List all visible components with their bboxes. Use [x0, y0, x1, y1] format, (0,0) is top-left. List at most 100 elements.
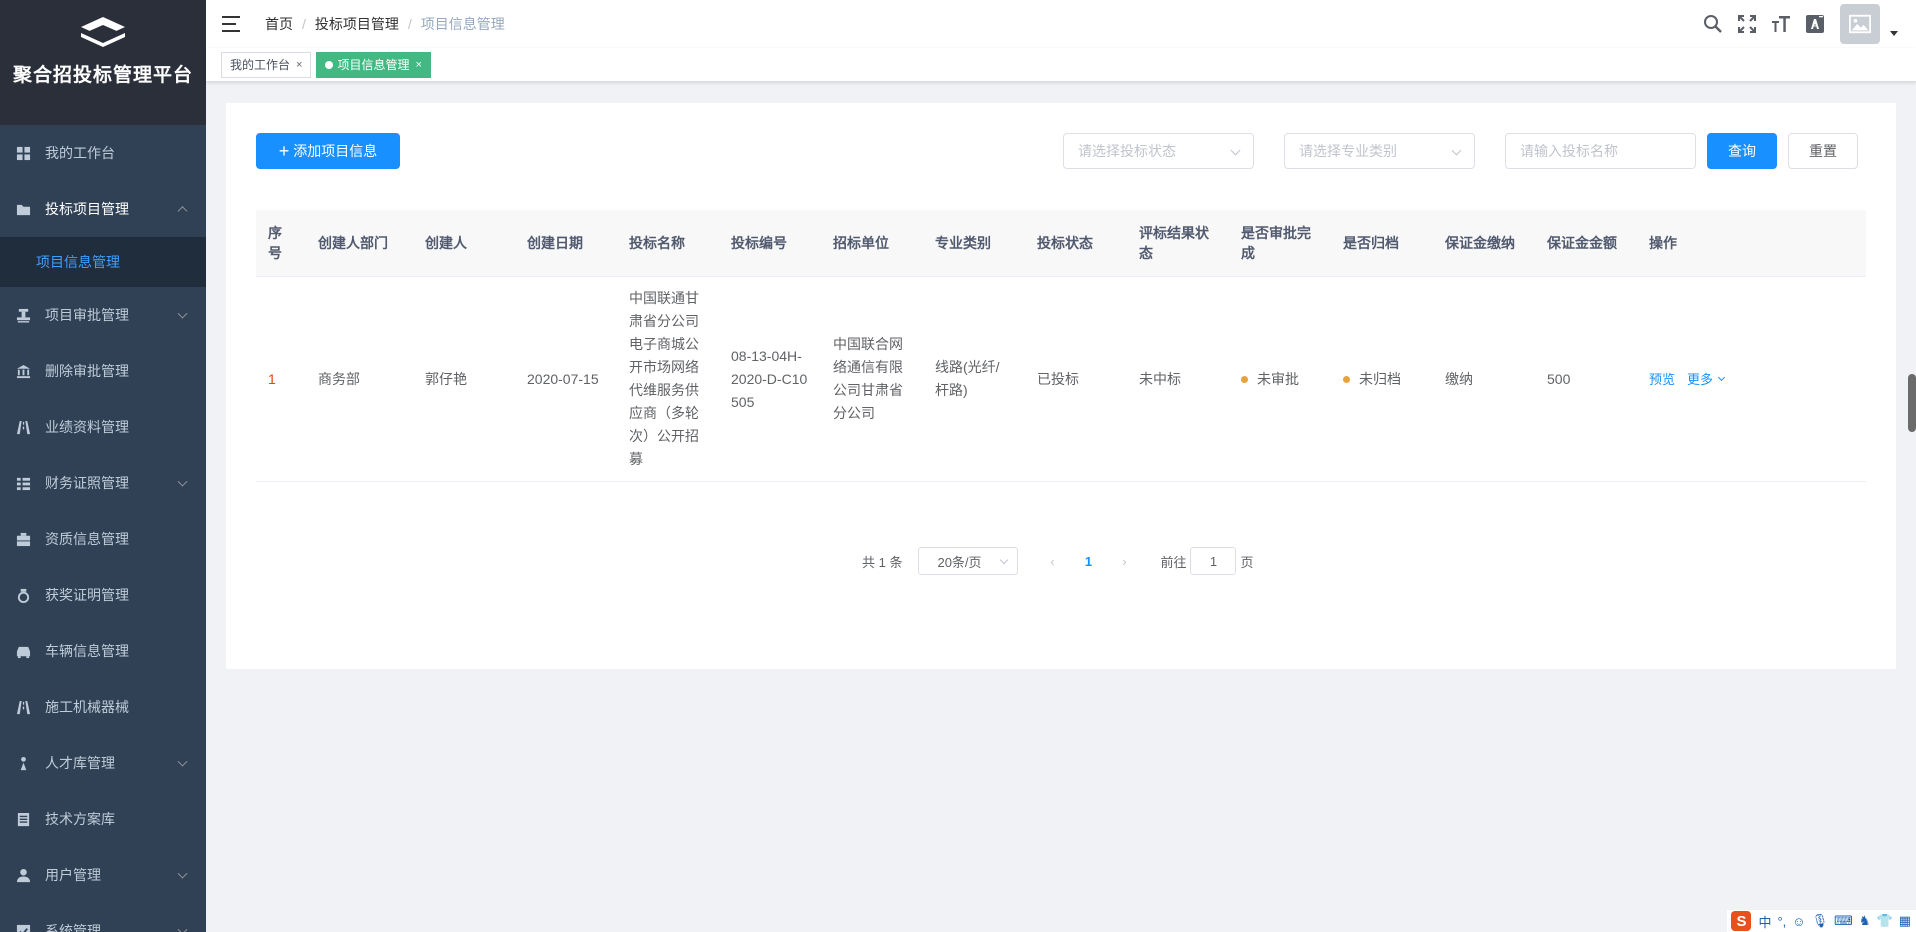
- sidebar-item-bid-projects[interactable]: 投标项目管理: [0, 181, 206, 237]
- column-header: 投标编号: [731, 235, 787, 251]
- bid-name-input[interactable]: [1505, 133, 1696, 169]
- chevron-down-icon: [177, 308, 188, 319]
- translate-icon[interactable]: [1804, 13, 1826, 35]
- breadcrumb-bid-projects[interactable]: 投标项目管理: [315, 14, 399, 34]
- cell-bid-name: 中国联通甘肃省分公司电子商城公开市场网络代维服务供应商（多轮次）公开招募: [629, 290, 699, 467]
- prev-page-button[interactable]: ‹: [1038, 547, 1066, 575]
- sidebar-item-machinery[interactable]: 施工机械器械: [0, 679, 206, 735]
- ime-punctuation[interactable]: °,: [1777, 914, 1786, 929]
- sidebar-item-delete-approval[interactable]: 删除审批管理: [0, 343, 206, 399]
- chevron-up-icon: [177, 206, 188, 217]
- cell-result-status: 未中标: [1139, 370, 1181, 387]
- sidebar-item-system[interactable]: 系统管理: [0, 903, 206, 932]
- breadcrumb-current: 项目信息管理: [420, 16, 505, 32]
- ime-toolbar: S 中 °, ☺ 🎙 ⌨ ♞ 👕 ▦: [1727, 910, 1916, 932]
- category-select[interactable]: 请选择专业类别: [1284, 133, 1475, 169]
- status-dot-icon: [1343, 375, 1350, 383]
- breadcrumb-home[interactable]: 首页: [265, 14, 293, 34]
- approved-text: 未审批: [1257, 370, 1299, 387]
- chevron-down-icon: [1451, 145, 1462, 156]
- briefcase-icon: [15, 531, 31, 547]
- more-dropdown[interactable]: 更多: [1687, 368, 1726, 391]
- next-page-button[interactable]: ›: [1110, 547, 1138, 575]
- sidebar-item-label: 项目审批管理: [45, 307, 129, 323]
- app-title: 聚合招投标管理平台: [12, 65, 193, 86]
- logo-icon: [81, 17, 125, 47]
- logo-area: 聚合招投标管理平台: [0, 0, 206, 125]
- sidebar-item-label: 系统管理: [45, 923, 101, 932]
- sidebar-item-label: 业绩资料管理: [45, 419, 129, 435]
- stamp-icon: [15, 307, 31, 323]
- microphone-icon[interactable]: 🎙: [1812, 913, 1829, 929]
- fullscreen-icon[interactable]: [1736, 13, 1758, 35]
- sidebar-item-label: 删除审批管理: [45, 363, 129, 379]
- chevron-down-icon: [1230, 145, 1241, 156]
- sidebar-item-workbench[interactable]: 我的工作台: [0, 125, 206, 181]
- bid-status-select[interactable]: 请选择投标状态: [1063, 133, 1254, 169]
- font-size-icon[interactable]: [1770, 13, 1792, 35]
- breadcrumb: 首页 / 投标项目管理 / 项目信息管理: [265, 14, 505, 34]
- column-header: 创建人: [425, 235, 467, 251]
- sidebar-item-vehicles[interactable]: 车辆信息管理: [0, 623, 206, 679]
- navbar: 首页 / 投标项目管理 / 项目信息管理: [206, 0, 1916, 48]
- grid-icon[interactable]: ▦: [1899, 913, 1911, 929]
- folder-icon: [15, 201, 31, 217]
- close-icon[interactable]: ×: [296, 53, 302, 77]
- query-button[interactable]: 查询: [1707, 133, 1777, 169]
- road-icon: [15, 699, 31, 715]
- column-header: 招标单位: [833, 235, 889, 251]
- goto-page-input[interactable]: [1190, 547, 1237, 575]
- sidebar-item-project-approval[interactable]: 项目审批管理: [0, 287, 206, 343]
- page-number[interactable]: 1: [1070, 547, 1106, 575]
- sidebar-item-label: 施工机械器械: [45, 699, 129, 715]
- sidebar-item-label: 投标项目管理: [45, 201, 129, 217]
- cell-dept: 商务部: [318, 370, 360, 387]
- pagination-total: 共 1 条: [862, 554, 903, 570]
- search-icon[interactable]: [1702, 13, 1724, 35]
- column-header: 保证金金额: [1547, 235, 1617, 251]
- sidebar-item-awards[interactable]: 获奖证明管理: [0, 567, 206, 623]
- cell-creator: 郭仔艳: [425, 370, 467, 387]
- sidebar-item-qualification[interactable]: 资质信息管理: [0, 511, 206, 567]
- sidebar-item-finance[interactable]: 财务证照管理: [0, 455, 206, 511]
- caret-down-icon[interactable]: [1890, 30, 1898, 36]
- avatar[interactable]: [1840, 4, 1880, 44]
- sidebar-item-label: 车辆信息管理: [45, 643, 129, 659]
- breadcrumb-separator: /: [302, 16, 306, 32]
- column-header: 是否审批完成: [1241, 225, 1311, 261]
- scrollbar[interactable]: [1908, 374, 1916, 432]
- preview-link[interactable]: 预览: [1649, 368, 1675, 391]
- column-header: 创建人部门: [318, 235, 388, 251]
- column-header: 评标结果状态: [1139, 225, 1209, 261]
- goto-suffix: 页: [1240, 554, 1254, 570]
- close-icon[interactable]: ×: [415, 53, 421, 77]
- car-icon: [15, 643, 31, 659]
- tags-view: 我的工作台 × 项目信息管理 ×: [206, 48, 1916, 82]
- column-header: 序号: [268, 225, 282, 261]
- tag-project-info[interactable]: 项目信息管理 ×: [316, 51, 431, 78]
- page-size-select[interactable]: 20条/页: [918, 547, 1019, 575]
- table-header: 序号 创建人部门 创建人 创建日期 投标名称 投标编号 招标单位 专业类别 投标…: [256, 210, 1866, 277]
- ime-logo-icon[interactable]: S: [1731, 911, 1752, 931]
- active-dot-icon: [325, 60, 334, 69]
- skin-icon[interactable]: ♞: [1859, 913, 1871, 929]
- ime-language[interactable]: 中: [1758, 912, 1771, 931]
- page-jumper: 前往 页: [1160, 547, 1254, 575]
- sidebar-item-talent[interactable]: 人才库管理: [0, 735, 206, 791]
- sidebar-item-performance[interactable]: 业绩资料管理: [0, 399, 206, 455]
- shirt-icon[interactable]: 👕: [1877, 913, 1893, 929]
- reset-button[interactable]: 重置: [1788, 133, 1858, 169]
- hamburger-icon[interactable]: [222, 16, 240, 32]
- project-table: 序号 创建人部门 创建人 创建日期 投标名称 投标编号 招标单位 专业类别 投标…: [256, 210, 1866, 482]
- sidebar-item-users[interactable]: 用户管理: [0, 847, 206, 903]
- keyboard-icon[interactable]: ⌨: [1834, 913, 1853, 929]
- emoji-icon[interactable]: ☺: [1792, 914, 1805, 929]
- sidebar-subitem-project-info[interactable]: 项目信息管理: [0, 237, 206, 287]
- add-project-label: 添加项目信息: [293, 143, 378, 159]
- sidebar-item-tech-solutions[interactable]: 技术方案库: [0, 791, 206, 847]
- cell-category: 线路(光纤/杆路): [935, 359, 1000, 398]
- sidebar-item-label: 用户管理: [45, 867, 101, 883]
- tag-workbench[interactable]: 我的工作台 ×: [221, 51, 312, 78]
- add-project-button[interactable]: + 添加项目信息: [256, 133, 400, 169]
- bid-status-placeholder: 请选择投标状态: [1078, 143, 1176, 159]
